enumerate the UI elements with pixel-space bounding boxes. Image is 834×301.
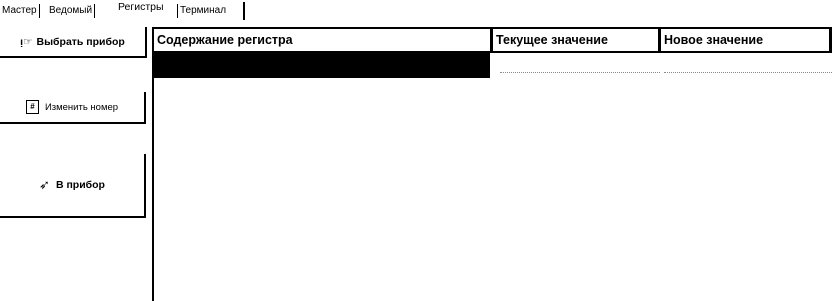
write-to-device-button[interactable]: ➶ В прибор — [0, 154, 146, 218]
tab-terminal[interactable]: Терминал — [177, 4, 228, 18]
change-number-label: Изменить номер — [44, 101, 119, 113]
column-header-new-value[interactable]: Новое значение — [661, 29, 832, 51]
tab-strip-edge — [243, 2, 245, 20]
column-header-current-value[interactable]: Текущее значение — [493, 29, 661, 51]
current-value-cell[interactable] — [500, 72, 660, 74]
write-to-device-label: В прибор — [55, 179, 105, 191]
tab-slave[interactable]: Ведомый — [47, 4, 96, 18]
table-row-selected[interactable] — [154, 53, 490, 78]
tab-master[interactable]: Мастер — [0, 4, 40, 18]
select-device-button[interactable]: ᴉ☞ Выбрать прибор — [0, 27, 147, 58]
select-device-label: Выбрать прибор — [36, 35, 125, 48]
new-value-cell[interactable] — [664, 72, 832, 74]
register-grid-header: Содержание регистра Текущее значение Нов… — [154, 27, 832, 53]
write-to-device-icon: ➶ — [39, 177, 50, 192]
tab-strip: Мастер Ведомый Регистры Терминал — [0, 0, 834, 22]
number-edit-icon: # — [25, 100, 39, 114]
column-header-register-content[interactable]: Содержание регистра — [154, 29, 493, 51]
change-number-button[interactable]: # Изменить номер — [0, 92, 146, 124]
tab-registers[interactable]: Регистры — [116, 1, 166, 15]
device-select-icon: ᴉ☞ — [20, 35, 33, 48]
